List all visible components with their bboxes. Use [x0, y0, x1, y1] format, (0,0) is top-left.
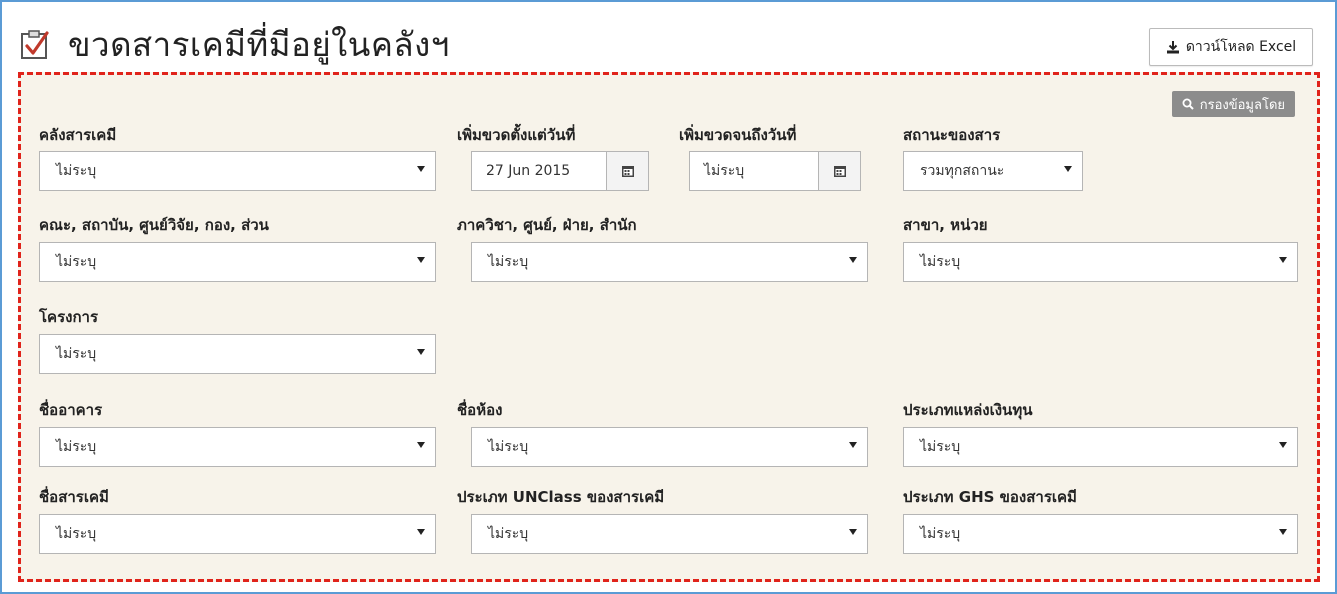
page-title: ขวดสารเคมีที่มีอยู่ในคลังฯ	[68, 24, 450, 64]
download-icon	[1166, 41, 1179, 54]
chevron-down-icon	[417, 529, 425, 535]
page-header: ขวดสารเคมีที่มีอยู่ในคลังฯ	[20, 16, 450, 72]
chevron-down-icon	[849, 257, 857, 263]
date-to-value: ไม่ระบุ	[704, 163, 745, 179]
chevron-down-icon	[1279, 257, 1287, 263]
chemical-name-select[interactable]: ไม่ระบุ	[39, 514, 436, 554]
chevron-down-icon	[849, 529, 857, 535]
room-value: ไม่ระบุ	[488, 439, 529, 455]
room-label: ชื่อห้อง	[457, 401, 503, 419]
building-value: ไม่ระบุ	[56, 439, 97, 455]
date-from-value: 27 Jun 2015	[486, 163, 571, 179]
ghs-select[interactable]: ไม่ระบุ	[903, 514, 1298, 554]
unclass-value: ไม่ระบุ	[488, 526, 529, 542]
chevron-down-icon	[417, 442, 425, 448]
date-from-label: เพิ่มขวดตั้งแต่วันที่	[457, 126, 576, 144]
download-excel-button[interactable]: ดาวน์โหลด Excel	[1149, 28, 1313, 66]
calendar-icon[interactable]	[818, 152, 860, 190]
filter-panel: กรองข้อมูลโดย คลังสารเคมี ไม่ระบุ เพิ่มข…	[18, 72, 1320, 582]
branch-label: สาขา, หน่วย	[903, 216, 988, 234]
chevron-down-icon	[1279, 529, 1287, 535]
chemical-name-value: ไม่ระบุ	[56, 526, 97, 542]
chevron-down-icon	[417, 166, 425, 172]
download-excel-label: ดาวน์โหลด Excel	[1185, 39, 1297, 55]
warehouse-select[interactable]: ไม่ระบุ	[39, 151, 436, 191]
department-select[interactable]: ไม่ระบุ	[471, 242, 868, 282]
project-select[interactable]: ไม่ระบุ	[39, 334, 436, 374]
room-select[interactable]: ไม่ระบุ	[471, 427, 868, 467]
warehouse-value: ไม่ระบุ	[56, 163, 97, 179]
chevron-down-icon	[1279, 442, 1287, 448]
filter-label: กรองข้อมูลโดย	[1199, 97, 1285, 113]
chevron-down-icon	[1064, 166, 1072, 172]
ghs-value: ไม่ระบุ	[920, 526, 961, 542]
faculty-label: คณะ, สถาบัน, ศูนย์วิจัย, กอง, ส่วน	[39, 216, 269, 234]
status-select[interactable]: รวมทุกสถานะ	[903, 151, 1083, 191]
status-value: รวมทุกสถานะ	[920, 163, 1005, 179]
unclass-select[interactable]: ไม่ระบุ	[471, 514, 868, 554]
chevron-down-icon	[417, 349, 425, 355]
project-label: โครงการ	[39, 308, 99, 326]
calendar-icon[interactable]	[606, 152, 648, 190]
date-from-field[interactable]: 27 Jun 2015	[471, 151, 649, 191]
building-label: ชื่ออาคาร	[39, 401, 103, 419]
branch-value: ไม่ระบุ	[920, 254, 961, 270]
chevron-down-icon	[417, 257, 425, 263]
warehouse-label: คลังสารเคมี	[39, 126, 117, 144]
funding-value: ไม่ระบุ	[920, 439, 961, 455]
department-value: ไม่ระบุ	[488, 254, 529, 270]
chemical-name-label: ชื่อสารเคมี	[39, 488, 109, 506]
chevron-down-icon	[849, 442, 857, 448]
page-frame: ขวดสารเคมีที่มีอยู่ในคลังฯ ดาวน์โหลด Exc…	[0, 0, 1337, 594]
funding-label: ประเภทแหล่งเงินทุน	[903, 401, 1033, 419]
date-to-label: เพิ่มขวดจนถึงวันที่	[679, 126, 797, 144]
faculty-select[interactable]: ไม่ระบุ	[39, 242, 436, 282]
unclass-label: ประเภท UNClass ของสารเคมี	[457, 488, 665, 506]
status-label: สถานะของสาร	[903, 126, 1001, 144]
project-value: ไม่ระบุ	[56, 346, 97, 362]
department-label: ภาควิชา, ศูนย์, ฝ่าย, สำนัก	[457, 216, 637, 234]
search-icon	[1182, 98, 1194, 110]
funding-select[interactable]: ไม่ระบุ	[903, 427, 1298, 467]
filter-button[interactable]: กรองข้อมูลโดย	[1171, 91, 1295, 117]
faculty-value: ไม่ระบุ	[56, 254, 97, 270]
date-to-field[interactable]: ไม่ระบุ	[689, 151, 861, 191]
ghs-label: ประเภท GHS ของสารเคมี	[903, 488, 1077, 506]
branch-select[interactable]: ไม่ระบุ	[903, 242, 1298, 282]
building-select[interactable]: ไม่ระบุ	[39, 427, 436, 467]
checklist-icon	[21, 30, 49, 59]
